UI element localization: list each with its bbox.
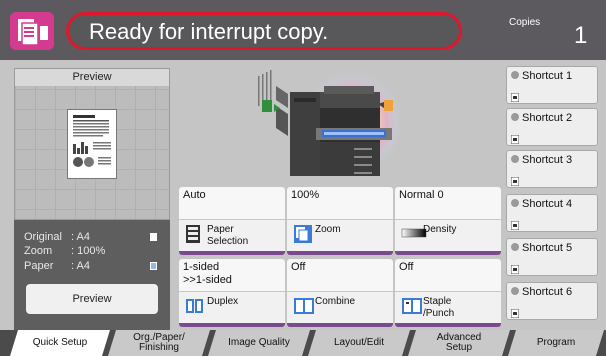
shortcut-indicator-icon — [511, 155, 519, 163]
shortcut-5-label: Shortcut 5 — [522, 242, 573, 254]
shortcut-key-icon — [510, 217, 520, 231]
staple-punch-tile: Off Staple /Punch — [395, 259, 501, 327]
preview-pane: Preview — [14, 68, 170, 220]
shortcut-indicator-icon — [511, 113, 519, 121]
paper-selection-label: Paper Selection — [207, 224, 249, 247]
tab-quick-setup[interactable]: Quick Setup — [10, 330, 110, 356]
page-icon — [150, 233, 157, 241]
shortcut-5-button[interactable]: Shortcut 5 — [506, 238, 598, 276]
shortcut-key-icon — [510, 173, 520, 187]
tab-layout-edit-label: Layout/Edit — [333, 337, 385, 348]
paper-value: : A4 — [71, 260, 90, 272]
zoom-setting-value: 100% — [291, 189, 320, 201]
shortcut-indicator-icon — [511, 243, 519, 251]
copies-label: Copies — [509, 17, 541, 28]
zoom-label: Zoom — [315, 224, 341, 235]
tab-advanced-setup-label: Advanced Setup — [436, 332, 482, 353]
density-tile: Normal 0 Density — [395, 187, 501, 255]
duplex-tile: 1-sided >>1-sided Duplex — [179, 259, 285, 327]
paper-tray-icon — [150, 262, 157, 270]
staple-punch-value: Off — [399, 261, 414, 273]
duplex-value: 1-sided >>1-sided — [183, 261, 232, 286]
status-header: Ready for interrupt copy. Copies 1 — [0, 0, 606, 60]
duplex-button[interactable]: Duplex — [179, 291, 285, 327]
shortcut-indicator-icon — [511, 71, 519, 79]
shortcut-key-icon — [510, 131, 520, 145]
zoom-button[interactable]: Zoom — [287, 219, 393, 255]
zoom-row: Zoom : 100% — [24, 245, 105, 257]
tab-program[interactable]: Program — [508, 330, 604, 356]
zoom-icon — [293, 224, 313, 249]
density-value: Normal 0 — [399, 189, 444, 201]
function-tab-bar: Quick Setup Org./Paper/ Finishing Image … — [0, 330, 606, 356]
shortcut-2-label: Shortcut 2 — [522, 112, 573, 124]
shortcut-6-button[interactable]: Shortcut 6 — [506, 282, 598, 320]
shortcut-indicator-icon — [511, 199, 519, 207]
status-message: Ready for interrupt copy. — [89, 19, 329, 44]
copies-count[interactable]: 1 — [574, 22, 587, 50]
paper-label: Paper — [24, 260, 54, 272]
staple-punch-button[interactable]: Staple /Punch — [395, 291, 501, 327]
paper-size-row: Paper : A4 — [24, 260, 90, 272]
tab-org-paper-finishing[interactable]: Org./Paper/ Finishing — [108, 330, 210, 356]
tab-image-quality[interactable]: Image Quality — [208, 330, 310, 356]
combine-tile: Off Combine — [287, 259, 393, 327]
shortcut-3-label: Shortcut 3 — [522, 154, 573, 166]
preview-title: Preview — [15, 69, 169, 86]
staple-punch-label: Staple /Punch — [423, 296, 455, 319]
tab-program-label: Program — [536, 337, 576, 348]
paper-selection-button[interactable]: Paper Selection — [179, 219, 285, 255]
zoom-label: Zoom — [24, 245, 53, 257]
tab-advanced-setup[interactable]: Advanced Setup — [408, 330, 510, 356]
paper-selection-icon — [185, 224, 203, 249]
density-button[interactable]: Density — [395, 219, 501, 255]
shortcut-1-label: Shortcut 1 — [522, 70, 573, 82]
message-display: Ready for interrupt copy. — [66, 12, 462, 50]
original-value: : A4 — [71, 231, 90, 243]
paper-selection-value: Auto — [183, 189, 206, 201]
copy-mode-icon[interactable] — [8, 10, 56, 52]
preview-button[interactable]: Preview — [26, 284, 158, 314]
original-label: Original — [24, 231, 62, 243]
shortcut-4-button[interactable]: Shortcut 4 — [506, 194, 598, 232]
shortcut-key-icon — [510, 261, 520, 275]
tab-image-quality-label: Image Quality — [228, 337, 290, 348]
combine-icon — [293, 296, 315, 321]
document-thumbnail — [67, 109, 117, 179]
zoom-value: : 100% — [71, 245, 106, 257]
zoom-tile: 100% Zoom — [287, 187, 393, 255]
density-label: Density — [423, 224, 457, 235]
shortcut-3-button[interactable]: Shortcut 3 — [506, 150, 598, 188]
shortcut-6-label: Shortcut 6 — [522, 286, 573, 298]
paper-selection-tile: Auto Paper Selection — [179, 187, 285, 255]
staple-punch-icon — [401, 296, 423, 321]
combine-button[interactable]: Combine — [287, 291, 393, 327]
tab-org-paper-finishing-label: Org./Paper/ Finishing — [133, 332, 185, 353]
shortcut-4-label: Shortcut 4 — [522, 198, 573, 210]
shortcut-key-icon — [510, 305, 520, 319]
combine-label: Combine — [315, 296, 356, 307]
combine-value: Off — [291, 261, 306, 273]
tab-quick-setup-label: Quick Setup — [32, 337, 88, 348]
shortcut-2-button[interactable]: Shortcut 2 — [506, 108, 598, 146]
shortcut-1-button[interactable]: Shortcut 1 — [506, 66, 598, 104]
tab-layout-edit[interactable]: Layout/Edit — [308, 330, 410, 356]
duplex-label: Duplex — [207, 296, 239, 307]
duplex-icon — [185, 296, 207, 321]
original-size-row: Original : A4 — [24, 231, 90, 243]
shortcut-indicator-icon — [511, 287, 519, 295]
copier-illustration — [250, 64, 410, 182]
shortcut-key-icon — [510, 89, 520, 103]
